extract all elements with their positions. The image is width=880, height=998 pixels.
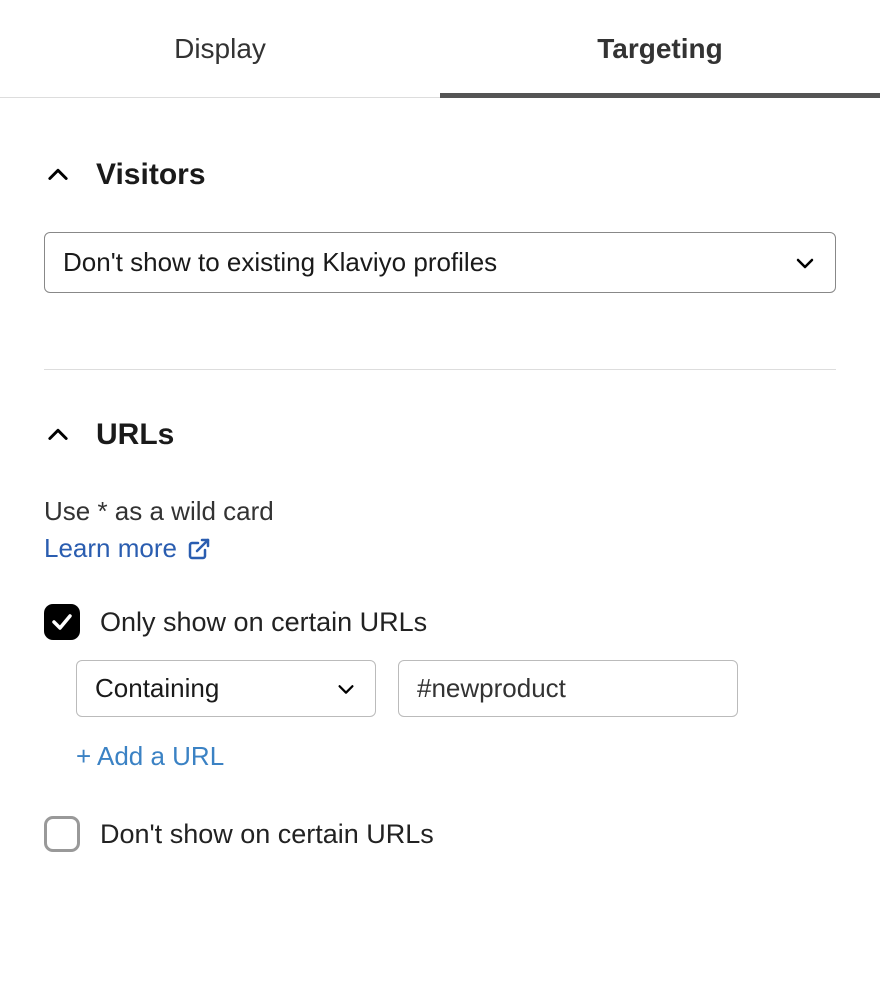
tab-targeting[interactable]: Targeting <box>440 0 880 97</box>
tab-targeting-label: Targeting <box>597 33 722 65</box>
visitors-selected-value: Don't show to existing Klaviyo profiles <box>63 247 497 278</box>
add-url-button[interactable]: + Add a URL <box>76 741 224 772</box>
chevron-up-icon <box>44 421 72 449</box>
match-type-value: Containing <box>95 673 219 704</box>
only-show-label: Only show on certain URLs <box>100 607 427 638</box>
urls-header[interactable]: URLs <box>44 418 836 452</box>
tab-display-label: Display <box>174 33 266 65</box>
urls-title: URLs <box>96 418 174 452</box>
urls-section: URLs Use * as a wild card Learn more Onl… <box>44 370 836 852</box>
match-type-select[interactable]: Containing <box>76 660 376 717</box>
visitors-header[interactable]: Visitors <box>44 158 836 192</box>
visitors-select[interactable]: Don't show to existing Klaviyo profiles <box>44 232 836 293</box>
dont-show-checkbox[interactable] <box>44 816 80 852</box>
visitors-section: Visitors Don't show to existing Klaviyo … <box>44 98 836 293</box>
chevron-down-icon <box>793 251 817 275</box>
chevron-down-icon <box>335 678 357 700</box>
only-show-row: Only show on certain URLs <box>44 604 836 640</box>
url-rule-row: Containing <box>76 660 836 717</box>
tabs-bar: Display Targeting <box>0 0 880 98</box>
add-url-label: + Add a URL <box>76 741 224 771</box>
dont-show-row: Don't show on certain URLs <box>44 816 836 852</box>
dont-show-label: Don't show on certain URLs <box>100 819 434 850</box>
visitors-title: Visitors <box>96 158 206 192</box>
urls-hint: Use * as a wild card <box>44 496 836 527</box>
external-link-icon <box>187 537 211 561</box>
learn-more-label: Learn more <box>44 533 177 564</box>
url-value-input[interactable] <box>398 660 738 717</box>
learn-more-link[interactable]: Learn more <box>44 533 211 564</box>
check-icon <box>50 610 74 634</box>
tab-display[interactable]: Display <box>0 0 440 97</box>
only-show-checkbox[interactable] <box>44 604 80 640</box>
chevron-up-icon <box>44 161 72 189</box>
content-area: Visitors Don't show to existing Klaviyo … <box>0 98 880 852</box>
